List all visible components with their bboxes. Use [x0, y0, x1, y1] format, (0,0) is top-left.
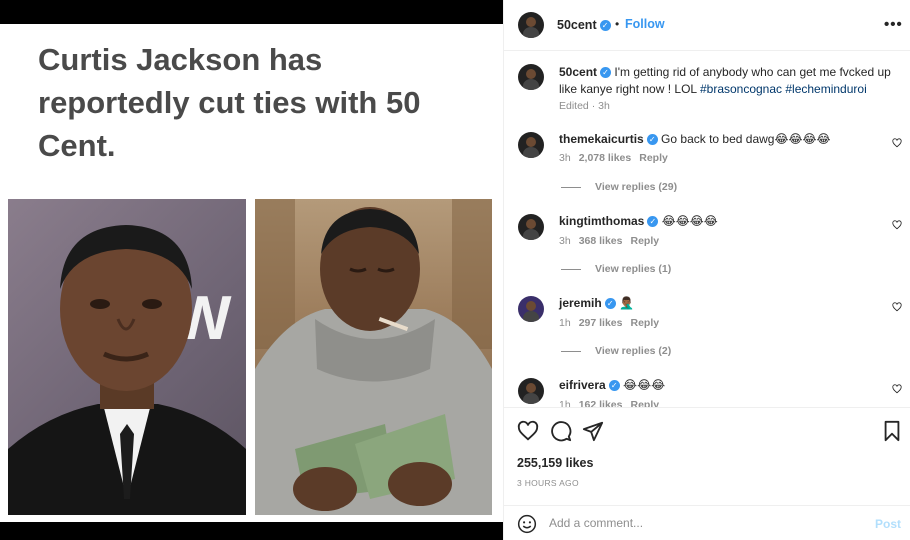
- post-button[interactable]: Post: [875, 517, 901, 531]
- comment-text: 😂😂😂😂: [661, 214, 718, 228]
- heart-icon[interactable]: [892, 384, 902, 394]
- post-media: Curtis Jackson has reportedly cut ties w…: [0, 0, 503, 540]
- heart-icon[interactable]: [517, 420, 539, 442]
- comment-text: Go back to bed dawg😂😂😂😂: [661, 132, 831, 146]
- comment-meta: 3h 368 likes Reply: [559, 235, 659, 247]
- view-replies-label[interactable]: View replies (2): [595, 345, 671, 357]
- comment-meta: 3h 2,078 likes Reply: [559, 152, 668, 164]
- smiley-icon[interactable]: [517, 514, 537, 534]
- comment-age: 3h: [559, 152, 571, 164]
- more-options-icon[interactable]: •••: [884, 16, 903, 33]
- avatar[interactable]: [518, 378, 544, 404]
- view-replies-button[interactable]: View replies (1): [561, 263, 671, 275]
- list-item: themekaicurtis ✓ Go back to bed dawg😂😂😂😂: [559, 131, 879, 148]
- comments-list[interactable]: 50cent ✓ I'm getting rid of anybody who c…: [504, 52, 910, 408]
- header-username-text[interactable]: 50cent: [557, 18, 597, 32]
- comment-meta: 1h 297 likes Reply: [559, 317, 659, 329]
- comment-username[interactable]: eifrivera: [559, 378, 606, 392]
- verified-badge-icon: ✓: [647, 216, 659, 228]
- reply-button[interactable]: Reply: [639, 152, 668, 164]
- comment-likes[interactable]: 2,078 likes: [579, 152, 632, 164]
- comment-likes[interactable]: 162 likes: [579, 399, 623, 407]
- reply-button[interactable]: Reply: [630, 399, 659, 407]
- view-replies-button[interactable]: View replies (2): [561, 345, 671, 357]
- counting-money-illustration: [255, 199, 492, 515]
- avatar[interactable]: [518, 12, 544, 38]
- verified-badge-icon: ✓: [646, 134, 658, 146]
- comment-username[interactable]: themekaicurtis: [559, 132, 644, 146]
- header-username[interactable]: 50cent ✓: [557, 18, 611, 32]
- view-replies-button[interactable]: View replies (29): [561, 181, 677, 193]
- comment-text: 🤦🏾‍♂️: [619, 296, 634, 310]
- bookmark-icon[interactable]: [881, 420, 903, 442]
- avatar[interactable]: [518, 132, 544, 158]
- comment-age: 1h: [559, 399, 571, 408]
- comment-icon[interactable]: [550, 420, 572, 442]
- comment-meta: 1h 162 likes Reply: [559, 399, 659, 408]
- caption-edited: Edited · 3h: [559, 100, 610, 112]
- portrait-photo: W: [8, 199, 246, 515]
- meme-headline: Curtis Jackson has reportedly cut ties w…: [38, 42, 421, 163]
- list-item: kingtimthomas ✓ 😂😂😂😂: [559, 213, 879, 230]
- post-sidebar: 50cent ✓ • Follow ••• 50cent ✓ I'm getting…: [503, 0, 910, 540]
- share-icon[interactable]: [582, 420, 604, 442]
- likes-count[interactable]: 255,159 likes: [517, 456, 593, 470]
- follow-button[interactable]: Follow: [625, 17, 665, 31]
- divider: [561, 268, 581, 270]
- comment-username[interactable]: kingtimthomas: [559, 214, 644, 228]
- verified-badge-icon: ✓: [604, 298, 616, 310]
- caption-username[interactable]: 50cent: [559, 65, 597, 79]
- view-replies-label[interactable]: View replies (1): [595, 263, 671, 275]
- avatar[interactable]: [518, 64, 544, 90]
- reply-button[interactable]: Reply: [630, 235, 659, 247]
- counting-money-photo: [255, 199, 492, 515]
- avatar[interactable]: [518, 296, 544, 322]
- post-header: 50cent ✓ • Follow •••: [504, 0, 910, 51]
- comment-age: 3h: [559, 235, 571, 247]
- caption-hashtags[interactable]: #brasoncognac #lecheminduroi: [700, 82, 867, 96]
- post-timestamp[interactable]: 3 HOURS AGO: [517, 478, 579, 488]
- avatar[interactable]: [518, 214, 544, 240]
- comment-age: 1h: [559, 317, 571, 329]
- list-item: jeremih ✓ 🤦🏾‍♂️: [559, 295, 879, 312]
- view-replies-label[interactable]: View replies (29): [595, 181, 677, 193]
- heart-icon[interactable]: [892, 138, 902, 148]
- verified-badge-icon: ✓: [600, 67, 612, 79]
- portrait-illustration: W: [8, 225, 246, 515]
- comment-input[interactable]: [549, 512, 849, 534]
- reply-button[interactable]: Reply: [630, 317, 659, 329]
- comment-username[interactable]: jeremih: [559, 296, 602, 310]
- comment-text: 😂😂😂: [623, 378, 666, 392]
- list-item: eifrivera ✓ 😂😂😂: [559, 377, 879, 394]
- action-bar: [504, 420, 910, 446]
- separator-dot: •: [615, 17, 620, 31]
- verified-badge-icon: ✓: [599, 20, 611, 32]
- meme-image: Curtis Jackson has reportedly cut ties w…: [0, 24, 503, 522]
- verified-badge-icon: ✓: [608, 380, 620, 392]
- heart-icon[interactable]: [892, 220, 902, 230]
- caption: 50cent ✓ I'm getting rid of anybody who c…: [559, 64, 904, 98]
- heart-icon[interactable]: [892, 302, 902, 312]
- divider: [561, 350, 581, 352]
- divider: [561, 186, 581, 188]
- add-comment-bar: Post: [504, 505, 910, 540]
- comment-likes[interactable]: 297 likes: [579, 317, 623, 329]
- comment-likes[interactable]: 368 likes: [579, 235, 623, 247]
